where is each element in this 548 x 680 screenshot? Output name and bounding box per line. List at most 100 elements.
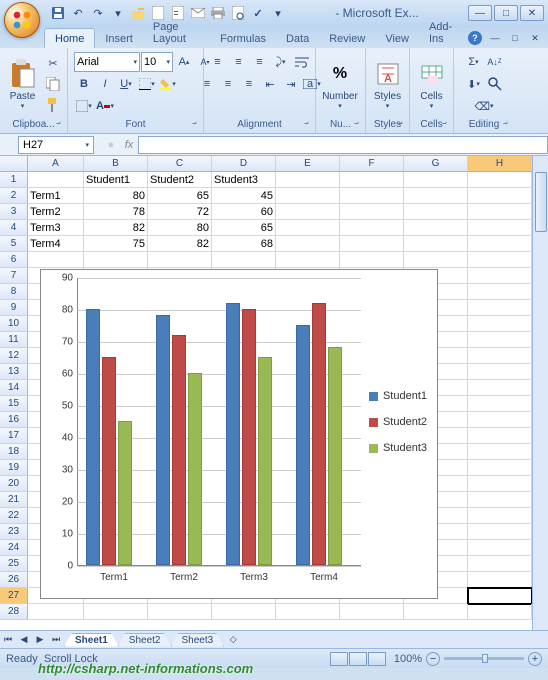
cell[interactable] (468, 348, 532, 364)
cell[interactable]: Term3 (28, 220, 84, 236)
print-icon[interactable] (210, 5, 226, 21)
tab-formulas[interactable]: Formulas (210, 29, 276, 48)
cell[interactable] (148, 252, 212, 268)
close-button[interactable]: ✕ (520, 5, 544, 21)
help-icon[interactable]: ? (468, 31, 482, 45)
tab-add-ins[interactable]: Add-Ins (419, 17, 468, 48)
cell[interactable] (404, 188, 468, 204)
bold-icon[interactable]: B (74, 74, 94, 94)
cell[interactable] (468, 396, 532, 412)
zoom-level[interactable]: 100% (394, 653, 422, 665)
cell[interactable] (468, 236, 532, 252)
cell[interactable] (468, 332, 532, 348)
cell[interactable]: Term4 (28, 236, 84, 252)
cell[interactable] (468, 220, 532, 236)
cell[interactable] (468, 364, 532, 380)
decrease-indent-icon[interactable]: ⇤ (260, 74, 280, 94)
cell[interactable]: 82 (148, 236, 212, 252)
clear-icon[interactable]: ⌫▾ (474, 96, 494, 116)
row-header[interactable]: 14 (0, 380, 28, 396)
tab-home[interactable]: Home (44, 28, 95, 48)
tab-insert[interactable]: Insert (95, 29, 143, 48)
row-header[interactable]: 16 (0, 412, 28, 428)
chart-bar[interactable] (258, 357, 272, 565)
row-header[interactable]: 20 (0, 476, 28, 492)
cell[interactable] (28, 604, 84, 620)
cell[interactable] (340, 172, 404, 188)
format-painter-icon[interactable] (43, 95, 63, 115)
redo-icon[interactable]: ↷ (90, 5, 106, 21)
underline-icon[interactable]: U▾ (116, 74, 136, 94)
cancel-formula-icon[interactable]: ● (102, 136, 120, 154)
column-header[interactable]: H (468, 156, 532, 171)
cell[interactable] (468, 524, 532, 540)
chart-bar[interactable] (328, 347, 342, 565)
row-header[interactable]: 22 (0, 508, 28, 524)
column-header[interactable]: E (276, 156, 340, 171)
chart-bar[interactable] (188, 373, 202, 565)
maximize-button[interactable]: □ (494, 5, 518, 21)
cell[interactable] (468, 572, 532, 588)
restore-window-icon[interactable]: □ (508, 28, 522, 48)
tab-view[interactable]: View (375, 29, 419, 48)
find-select-icon[interactable] (485, 74, 505, 94)
cell[interactable] (340, 604, 404, 620)
row-header[interactable]: 7 (0, 268, 28, 284)
row-header[interactable]: 6 (0, 252, 28, 268)
fill-icon[interactable]: ⬇▾ (464, 74, 484, 94)
formula-input[interactable] (138, 136, 548, 154)
more-borders-icon[interactable]: ▾ (74, 96, 94, 116)
align-right-icon[interactable]: ≡ (239, 74, 259, 94)
cell[interactable]: 72 (148, 204, 212, 220)
tab-page-layout[interactable]: Page Layout (143, 17, 210, 48)
qat-more-icon[interactable]: ▾ (270, 5, 286, 21)
fill-color-icon[interactable]: ▾ (158, 74, 178, 94)
row-header[interactable]: 9 (0, 300, 28, 316)
cell[interactable] (404, 204, 468, 220)
cell[interactable] (468, 268, 532, 284)
cell[interactable] (340, 204, 404, 220)
cell[interactable] (468, 444, 532, 460)
minimize-button[interactable]: — (468, 5, 492, 21)
cell[interactable] (84, 252, 148, 268)
cell[interactable]: 65 (148, 188, 212, 204)
cell[interactable]: 60 (212, 204, 276, 220)
row-header[interactable]: 21 (0, 492, 28, 508)
cell[interactable] (28, 252, 84, 268)
align-bottom-icon[interactable]: ≡ (250, 52, 270, 72)
legend-item[interactable]: Student3 (369, 442, 427, 454)
grow-font-icon[interactable]: A▴ (174, 52, 194, 72)
zoom-out-icon[interactable]: − (426, 652, 440, 666)
cell[interactable] (468, 300, 532, 316)
row-header[interactable]: 10 (0, 316, 28, 332)
row-header[interactable]: 8 (0, 284, 28, 300)
sheet-tab[interactable]: Sheet2 (118, 633, 172, 647)
row-header[interactable]: 18 (0, 444, 28, 460)
row-header[interactable]: 17 (0, 428, 28, 444)
row-header[interactable]: 11 (0, 332, 28, 348)
cell[interactable] (468, 172, 532, 188)
chart-bar[interactable] (172, 335, 186, 565)
cell[interactable]: 68 (212, 236, 276, 252)
orientation-icon[interactable]: ⤸▾ (271, 52, 291, 72)
styles-button[interactable]: A Styles ▾ (370, 53, 405, 115)
autosum-icon[interactable]: Σ▾ (464, 52, 484, 72)
chart-bar[interactable] (102, 357, 116, 565)
row-header[interactable]: 25 (0, 556, 28, 572)
cell[interactable] (276, 204, 340, 220)
legend-item[interactable]: Student1 (369, 390, 427, 402)
cell[interactable] (468, 556, 532, 572)
column-header[interactable]: C (148, 156, 212, 171)
cell[interactable]: 78 (84, 204, 148, 220)
undo-icon[interactable]: ↶ (70, 5, 86, 21)
cell[interactable]: Student1 (84, 172, 148, 188)
chart-bar[interactable] (226, 303, 240, 565)
cell[interactable]: 82 (84, 220, 148, 236)
fx-icon[interactable]: fx (120, 136, 138, 154)
select-all-corner[interactable] (0, 156, 28, 171)
cell[interactable]: 45 (212, 188, 276, 204)
minimize-ribbon-icon[interactable]: — (488, 28, 502, 48)
cell[interactable]: Student2 (148, 172, 212, 188)
legend-item[interactable]: Student2 (369, 416, 427, 428)
cell[interactable]: 75 (84, 236, 148, 252)
